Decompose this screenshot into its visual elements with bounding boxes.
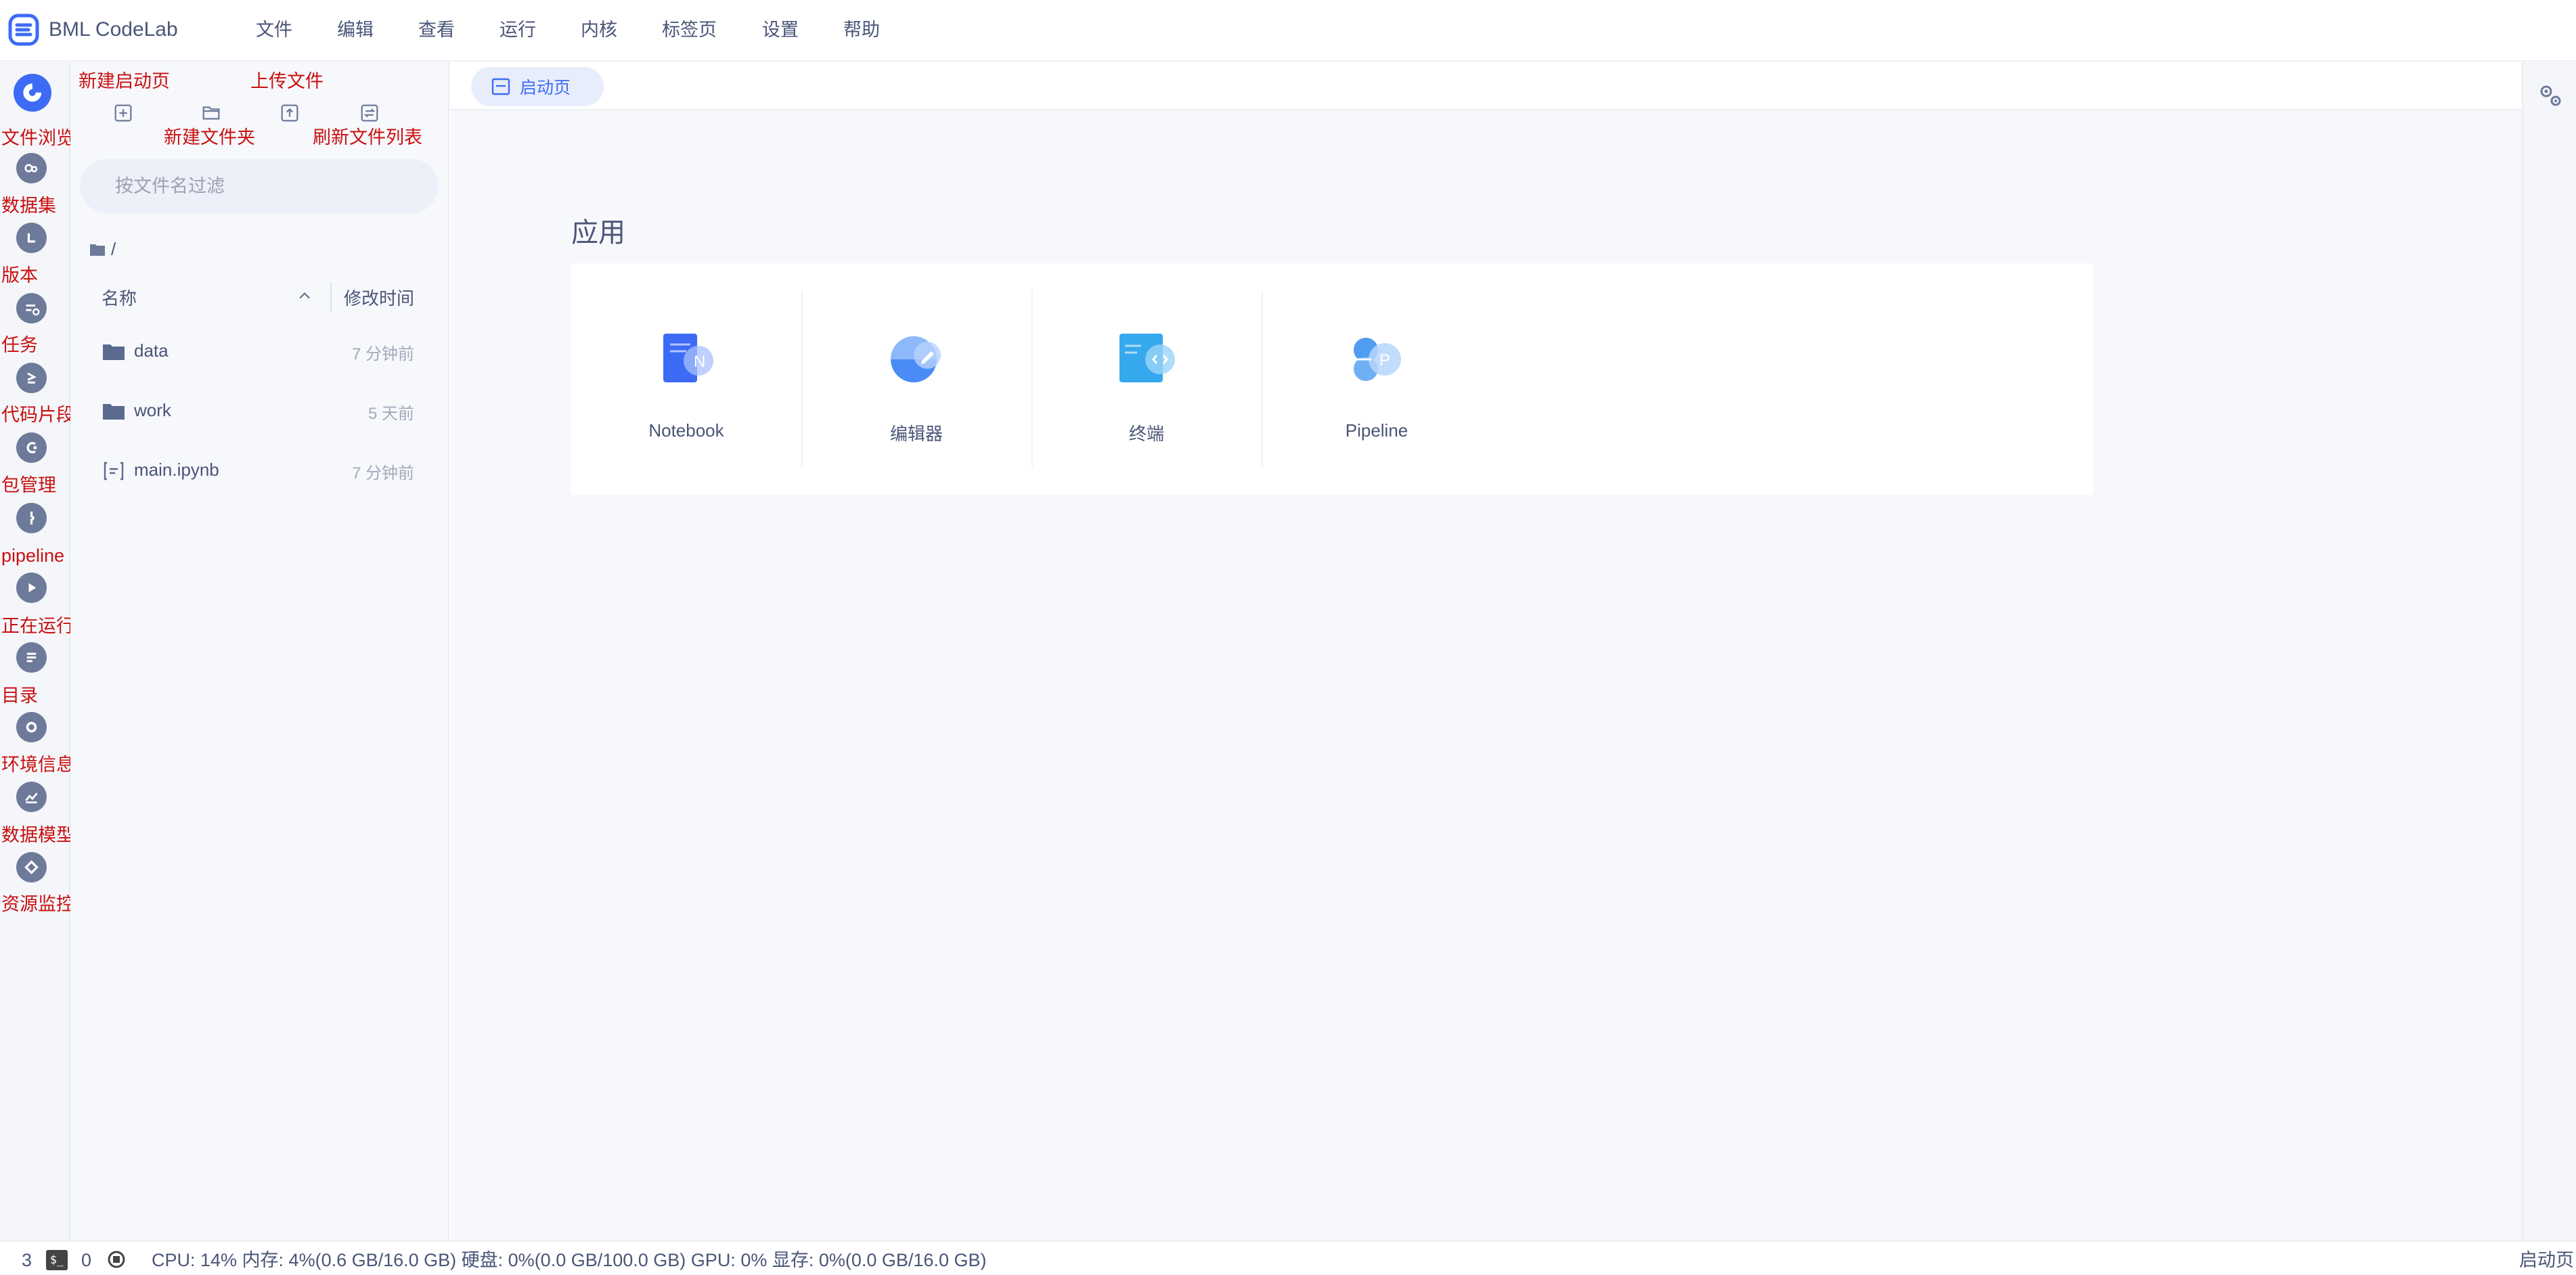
version-icon[interactable]	[16, 223, 47, 253]
menu-file[interactable]: 文件	[256, 15, 292, 45]
folder-icon	[202, 106, 220, 120]
activity-label-monitor: 资源监控	[1, 894, 74, 914]
apps-panel: N Notebook 编辑器 终端 P Pipeline	[571, 263, 2093, 495]
menu-tabs[interactable]: 标签页	[662, 15, 717, 45]
upload-label: 上传文件	[250, 71, 324, 91]
filter-input[interactable]	[80, 159, 439, 213]
terminal-icon[interactable]: $_	[46, 1250, 68, 1270]
activity-label-package: 包管理	[1, 475, 56, 495]
main-area: 启动页 应用 N Notebook 编辑器 终端 P Pipeline	[451, 62, 2522, 1240]
editor-icon	[891, 336, 941, 382]
code-snippet-icon[interactable]	[16, 363, 47, 393]
gear-icon[interactable]	[2535, 81, 2565, 110]
column-header-modified[interactable]: 修改时间	[344, 285, 414, 310]
column-divider[interactable]	[330, 282, 332, 312]
refresh-button[interactable]	[355, 98, 384, 128]
app-pipeline[interactable]: P Pipeline	[1262, 263, 1492, 495]
app-notebook[interactable]: N Notebook	[571, 263, 801, 495]
file-modified: 5 天前	[368, 405, 414, 423]
task-icon[interactable]	[16, 293, 47, 323]
refresh-icon	[361, 104, 378, 122]
menu-settings[interactable]: 设置	[762, 15, 799, 45]
pipeline-app-icon: P	[1354, 338, 1401, 381]
folder-icon	[103, 404, 125, 420]
new-launcher-button[interactable]	[108, 98, 138, 128]
dataset-icon[interactable]	[16, 153, 47, 183]
section-title: 应用	[571, 218, 625, 248]
status-current-tab: 启动页	[2519, 1250, 2574, 1270]
app-label: Notebook	[648, 420, 724, 441]
file-row-main-ipynb[interactable]: main.ipynb 7 分钟前	[70, 443, 449, 497]
activity-bar: 文件浏览器 数据集 版本 任务 代码片段 包管理 pipeline 正在运行中断…	[0, 62, 166, 1240]
plus-box-icon	[114, 104, 132, 122]
app-label: Pipeline	[1345, 420, 1408, 441]
tab-launcher[interactable]: 启动页	[471, 67, 604, 106]
activity-label-version: 版本	[1, 265, 38, 286]
refresh-label: 刷新文件列表	[313, 127, 422, 148]
menu-run[interactable]: 运行	[499, 15, 536, 45]
env-icon[interactable]	[16, 712, 47, 742]
breadcrumb[interactable]: /	[89, 239, 116, 260]
upload-button[interactable]	[275, 98, 305, 128]
app-editor[interactable]: 编辑器	[801, 263, 1031, 495]
activity-label-task: 任务	[1, 335, 38, 355]
menu-view[interactable]: 查看	[418, 15, 455, 45]
running-icon[interactable]	[16, 573, 47, 603]
menu-kernel[interactable]: 内核	[581, 15, 617, 45]
folder-icon	[90, 244, 105, 256]
package-icon[interactable]	[16, 432, 47, 463]
status-count-terminals[interactable]: 3	[22, 1249, 32, 1272]
activity-label-pipeline: pipeline	[1, 545, 65, 566]
menu-edit[interactable]: 编辑	[337, 15, 374, 45]
new-launcher-label: 新建启动页	[79, 71, 170, 91]
activity-label-code-snippet: 代码片段	[1, 405, 74, 425]
file-name: work	[134, 400, 171, 420]
app-label: 编辑器	[889, 424, 943, 444]
menu-help[interactable]: 帮助	[843, 15, 880, 45]
breadcrumb-path: /	[111, 239, 116, 259]
file-modified: 7 分钟前	[351, 464, 414, 483]
file-name: main.ipynb	[134, 460, 219, 480]
monitor-icon[interactable]	[16, 852, 47, 882]
status-count-kernels[interactable]: 0	[81, 1249, 91, 1272]
file-row-data[interactable]: data 7 分钟前	[70, 324, 449, 378]
column-header-name[interactable]: 名称	[102, 285, 137, 310]
activity-label-env: 环境信息	[1, 755, 74, 775]
right-sidebar	[2522, 62, 2576, 1240]
activity-label-dataset: 数据集	[1, 196, 56, 216]
new-folder-label: 新建文件夹	[164, 127, 255, 148]
tab-bar: 启动页	[451, 62, 2522, 110]
status-bar: 3 $_ 0 CPU: 14% 内存: 4%(0.6 GB/16.0 GB) 硬…	[0, 1240, 2576, 1275]
app-label: 终端	[1128, 424, 1164, 444]
menubar: BML CodeLab 文件 编辑 查看 运行 内核 标签页 设置 帮助	[0, 0, 2576, 62]
chart-icon[interactable]	[16, 782, 47, 812]
logo-icon	[8, 14, 39, 46]
file-browser-icon[interactable]	[14, 74, 51, 112]
kernel-icon[interactable]	[106, 1249, 127, 1270]
pipeline-icon[interactable]	[16, 503, 47, 533]
app-terminal[interactable]: 终端	[1031, 263, 1262, 495]
launcher-tab-icon	[491, 78, 510, 95]
status-resources: CPU: 14% 内存: 4%(0.6 GB/16.0 GB) 硬盘: 0%(0…	[152, 1250, 987, 1270]
app-title: BML CodeLab	[49, 18, 178, 41]
activity-label-toc: 目录	[1, 686, 38, 706]
new-folder-button[interactable]	[196, 98, 226, 128]
file-modified: 7 分钟前	[351, 345, 414, 363]
notebook-icon: N	[663, 334, 713, 382]
toc-icon[interactable]	[16, 642, 47, 673]
terminal-icon	[1119, 334, 1175, 382]
upload-icon	[281, 104, 298, 122]
file-name: data	[134, 340, 169, 361]
notebook-file-icon	[104, 462, 124, 480]
svg-text:N: N	[694, 353, 705, 371]
chevron-up-icon[interactable]	[295, 286, 314, 305]
file-row-work[interactable]: work 5 天前	[70, 384, 449, 438]
file-browser-panel: 新建启动页 上传文件 新建文件夹 刷新文件列表 / 名称 修改时间 data 7…	[70, 62, 449, 1240]
folder-icon	[103, 344, 125, 360]
svg-text:P: P	[1379, 351, 1390, 370]
tab-label: 启动页	[520, 79, 571, 97]
